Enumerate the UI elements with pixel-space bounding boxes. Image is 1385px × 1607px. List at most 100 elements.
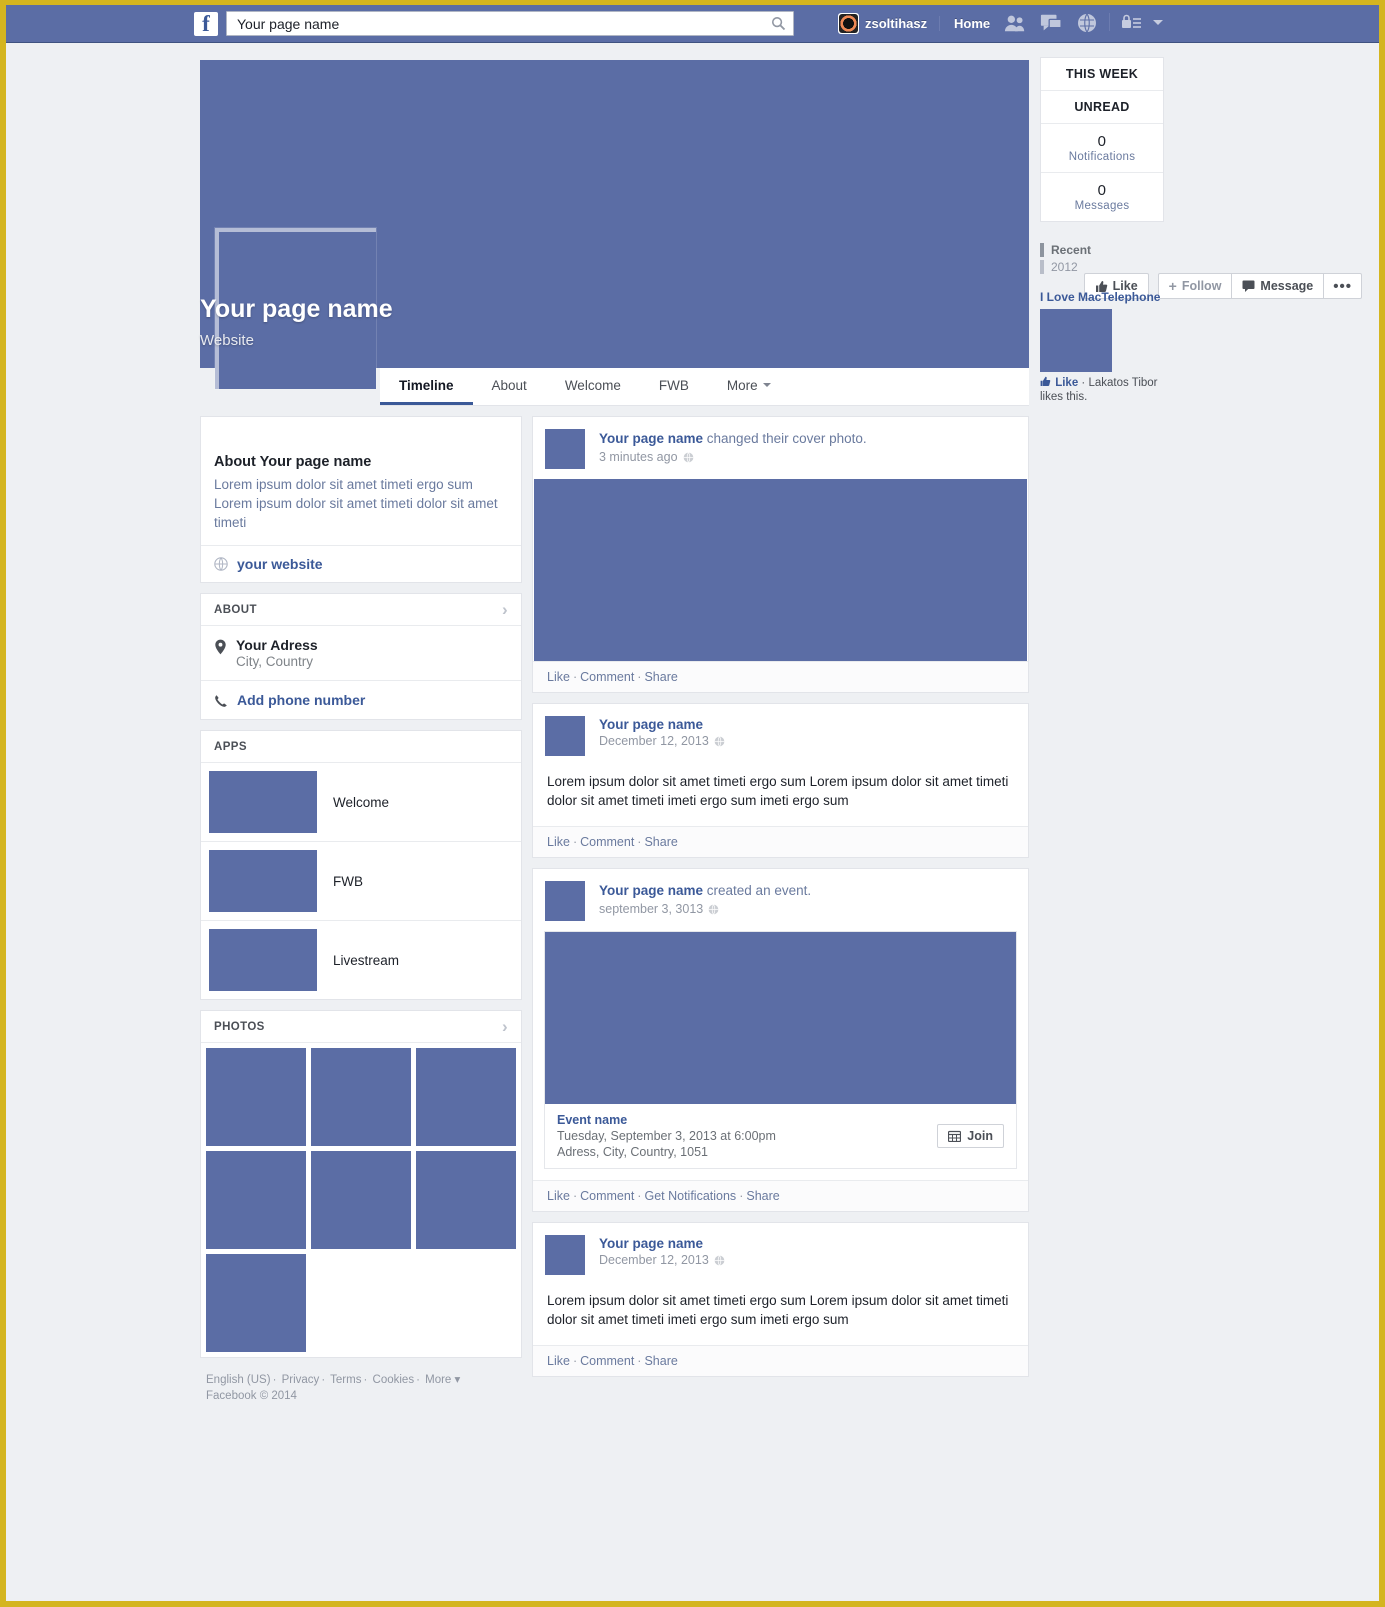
friend-requests-icon[interactable] [1004, 13, 1026, 33]
photo-grid-spacer [416, 1254, 516, 1352]
event-details: Event name Tuesday, September 3, 2013 at… [557, 1113, 776, 1159]
ticker-story: I Love MacTelephone Like · Lakatos Tibor… [1040, 290, 1164, 404]
ticker-story-photo[interactable] [1040, 309, 1112, 372]
app-item-welcome[interactable]: Welcome [201, 763, 521, 842]
secondary-action-group: + Follow Message ••• [1157, 273, 1362, 299]
search-icon[interactable] [771, 16, 786, 31]
notifications-globe-icon[interactable] [1076, 13, 1098, 33]
tab-welcome[interactable]: Welcome [546, 368, 640, 405]
footer-link-privacy[interactable]: Privacy [282, 1374, 320, 1386]
avatar[interactable] [545, 716, 585, 756]
post-header: Your page name December 12, 2013 [533, 704, 1028, 766]
add-phone-number-link[interactable]: Add phone number [237, 692, 365, 708]
post-like-link[interactable]: Like [547, 1189, 570, 1203]
address-item[interactable]: Your Adress City, Country [201, 626, 521, 681]
photo-thumbnail[interactable] [416, 1048, 516, 1146]
photo-thumbnail[interactable] [206, 1151, 306, 1249]
post-timestamp[interactable]: December 12, 2013 [599, 734, 709, 748]
page-canvas: f zsoltihasz Home [6, 5, 1379, 1601]
address-sub: City, Country [236, 654, 314, 669]
post-comment-link[interactable]: Comment [580, 670, 634, 684]
follow-button[interactable]: + Follow [1157, 273, 1233, 299]
nav-username: zsoltihasz [865, 16, 928, 31]
post-timestamp[interactable]: December 12, 2013 [599, 1253, 709, 1267]
follow-button-label: Follow [1181, 279, 1222, 293]
event-datetime: Tuesday, September 3, 2013 at 6:00pm [557, 1129, 776, 1143]
post-share-link[interactable]: Share [746, 1189, 779, 1203]
message-button[interactable]: Message [1232, 273, 1325, 299]
ticker-year[interactable]: 2012 [1040, 260, 1164, 274]
footer-link-cookies[interactable]: Cookies [373, 1374, 415, 1386]
photo-thumbnail[interactable] [206, 1048, 306, 1146]
phone-item[interactable]: Add phone number [201, 681, 521, 719]
chevron-right-icon[interactable]: › [502, 1018, 508, 1035]
photo-thumbnail[interactable] [416, 1151, 516, 1249]
post-comment-link[interactable]: Comment [580, 835, 634, 849]
app-thumbnail [209, 771, 317, 833]
tab-timeline[interactable]: Timeline [380, 368, 473, 405]
about-section-header[interactable]: ABOUT › [201, 594, 521, 626]
nav-home-link[interactable]: Home [939, 16, 990, 31]
ticker-story-title[interactable]: I Love MacTelephone [1040, 290, 1164, 304]
post-author[interactable]: Your page name [599, 431, 703, 446]
footer-link-more[interactable]: More [425, 1374, 451, 1386]
ticker-like-label[interactable]: Like [1055, 377, 1078, 389]
notifications-stat[interactable]: 0 Notifications [1041, 124, 1163, 173]
footer-link-terms[interactable]: Terms [330, 1374, 361, 1386]
photo-thumbnail[interactable] [311, 1048, 411, 1146]
footer-chevron-down-icon[interactable]: ▾ [455, 1374, 461, 1386]
privacy-lock-icon[interactable] [1120, 13, 1142, 31]
post-comment-link[interactable]: Comment [580, 1189, 634, 1203]
ticker-year-label: 2012 [1051, 260, 1078, 274]
post-author[interactable]: Your page name [599, 883, 703, 898]
post-share-link[interactable]: Share [644, 670, 677, 684]
join-event-button[interactable]: Join [937, 1124, 1004, 1148]
footer-link-language[interactable]: English (US) [206, 1374, 271, 1386]
chevron-down-icon[interactable] [1152, 17, 1164, 27]
messages-icon[interactable] [1040, 13, 1062, 33]
photo-grid-spacer [311, 1254, 411, 1352]
post-photo[interactable] [534, 479, 1027, 661]
ticker-marker [1040, 243, 1044, 257]
post-body: Lorem ipsum dolor sit amet timeti ergo s… [547, 1293, 1009, 1327]
tab-about[interactable]: About [473, 368, 546, 405]
post-like-link[interactable]: Like [547, 670, 570, 684]
post-like-link[interactable]: Like [547, 1354, 570, 1368]
event-photo[interactable] [545, 932, 1016, 1104]
app-item-livestream[interactable]: Livestream [201, 921, 521, 999]
footer-links: English (US) · Privacy · Terms · Cookies · M… [206, 1374, 461, 1386]
post-like-link[interactable]: Like [547, 835, 570, 849]
post-author[interactable]: Your page name [599, 717, 725, 732]
post-share-link[interactable]: Share [644, 1354, 677, 1368]
search-input[interactable] [235, 12, 755, 35]
website-link[interactable]: your website [237, 556, 323, 572]
post: Your page name December 12, 2013 Lorem i… [532, 1222, 1029, 1377]
website-row[interactable]: your website [201, 545, 521, 582]
photo-thumbnail[interactable] [206, 1254, 306, 1352]
post-share-link[interactable]: Share [644, 835, 677, 849]
post-comment-link[interactable]: Comment [580, 1354, 634, 1368]
nav-icon-group [1004, 13, 1098, 33]
post-author[interactable]: Your page name [599, 1236, 725, 1251]
photos-section-header[interactable]: PHOTOS › [201, 1011, 521, 1043]
ticker-recent[interactable]: Recent [1040, 243, 1164, 257]
avatar[interactable] [545, 881, 585, 921]
search-box[interactable] [226, 11, 794, 36]
chevron-right-icon[interactable]: › [502, 601, 508, 618]
notifications-label: Notifications [1068, 151, 1136, 163]
facebook-logo-icon[interactable]: f [194, 12, 218, 36]
avatar[interactable] [545, 429, 585, 469]
more-options-button[interactable]: ••• [1324, 273, 1362, 299]
tab-more[interactable]: More [708, 368, 790, 405]
ticker-marker [1040, 260, 1044, 274]
avatar[interactable] [545, 1235, 585, 1275]
photo-thumbnail[interactable] [311, 1151, 411, 1249]
event-name[interactable]: Event name [557, 1113, 776, 1127]
tab-fwb[interactable]: FWB [640, 368, 708, 405]
messages-stat[interactable]: 0 Messages [1041, 173, 1163, 221]
post-timestamp[interactable]: september 3, 3013 [599, 902, 703, 916]
nav-user[interactable]: zsoltihasz [838, 13, 927, 34]
app-item-fwb[interactable]: FWB [201, 842, 521, 921]
post-get-notifications-link[interactable]: Get Notifications [644, 1189, 736, 1203]
post-timestamp[interactable]: 3 minutes ago [599, 450, 678, 464]
